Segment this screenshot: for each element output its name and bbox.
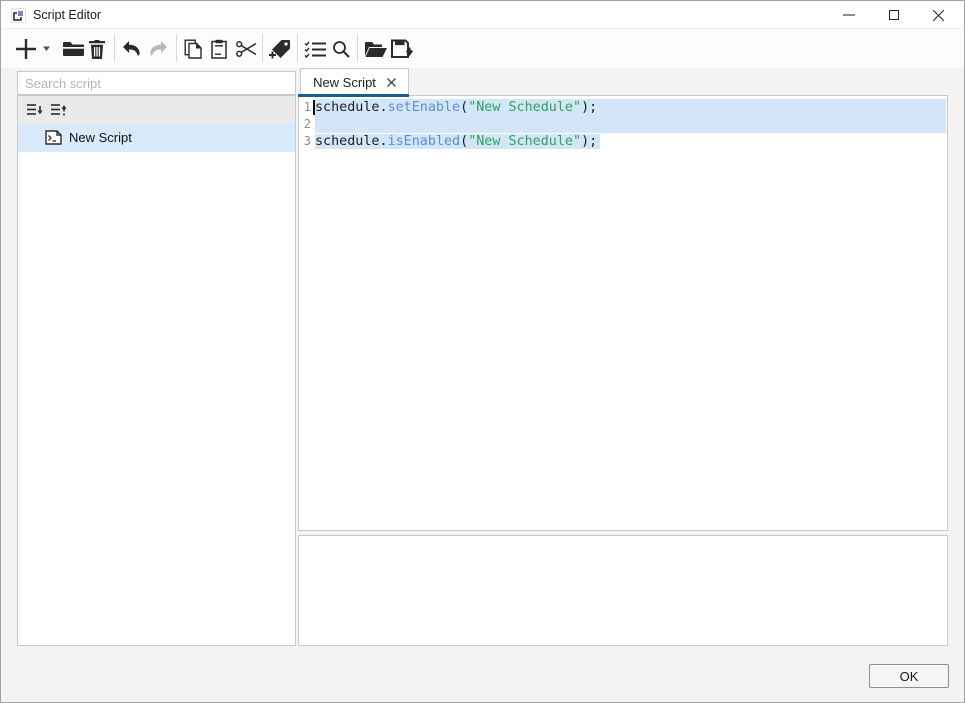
find-button[interactable] <box>327 37 355 61</box>
tab-new-script[interactable]: New Script <box>300 68 409 95</box>
copy-button[interactable] <box>179 37 207 61</box>
line-number: 3 <box>300 133 311 150</box>
maximize-button[interactable] <box>871 1 916 29</box>
code-line[interactable]: 3schedule.isEnabled("New Schedule"); <box>300 133 946 150</box>
code-editor[interactable]: 1schedule.setEnable("New Schedule");23sc… <box>298 95 948 531</box>
window-title: Script Editor <box>33 8 101 22</box>
export-button[interactable] <box>387 37 415 61</box>
app-icon <box>11 8 26 23</box>
add-tag-button[interactable] <box>266 37 294 61</box>
line-number: 1 <box>300 99 311 116</box>
add-script-button[interactable] <box>15 37 53 61</box>
output-panel[interactable] <box>298 535 948 646</box>
minimize-button[interactable] <box>826 1 871 29</box>
text-caret <box>313 100 315 115</box>
delete-button[interactable] <box>83 37 111 61</box>
line-number: 2 <box>300 116 311 133</box>
checklist-button[interactable] <box>301 37 329 61</box>
script-editor-window: Script Editor <box>0 0 965 703</box>
ok-button[interactable]: OK <box>869 664 949 688</box>
toolbar <box>1 29 964 68</box>
active-tab-underline <box>298 94 409 97</box>
code-text <box>315 116 946 133</box>
script-list-item[interactable]: New Script <box>18 123 295 152</box>
script-file-icon <box>45 130 62 145</box>
redo-button[interactable] <box>144 37 172 61</box>
undo-button[interactable] <box>118 37 146 61</box>
tab-label: New Script <box>313 75 376 90</box>
script-list-item-label: New Script <box>69 130 132 145</box>
title-bar: Script Editor <box>1 1 964 29</box>
code-text: schedule.setEnable("New Schedule"); <box>315 99 946 116</box>
sort-ascending-icon[interactable] <box>50 100 69 119</box>
code-line[interactable]: 1schedule.setEnable("New Schedule"); <box>300 99 946 116</box>
sort-bar <box>18 96 295 123</box>
close-button[interactable] <box>916 1 961 29</box>
cut-button[interactable] <box>232 37 260 61</box>
script-list-panel: New Script <box>17 95 296 646</box>
code-line[interactable]: 2 <box>300 116 946 133</box>
sort-descending-icon[interactable] <box>26 100 45 119</box>
code-text: schedule.isEnabled("New Schedule"); <box>315 133 946 150</box>
tab-close-icon[interactable] <box>387 78 396 87</box>
paste-button[interactable] <box>205 37 233 61</box>
import-button[interactable] <box>361 37 389 61</box>
search-input[interactable] <box>17 71 296 95</box>
